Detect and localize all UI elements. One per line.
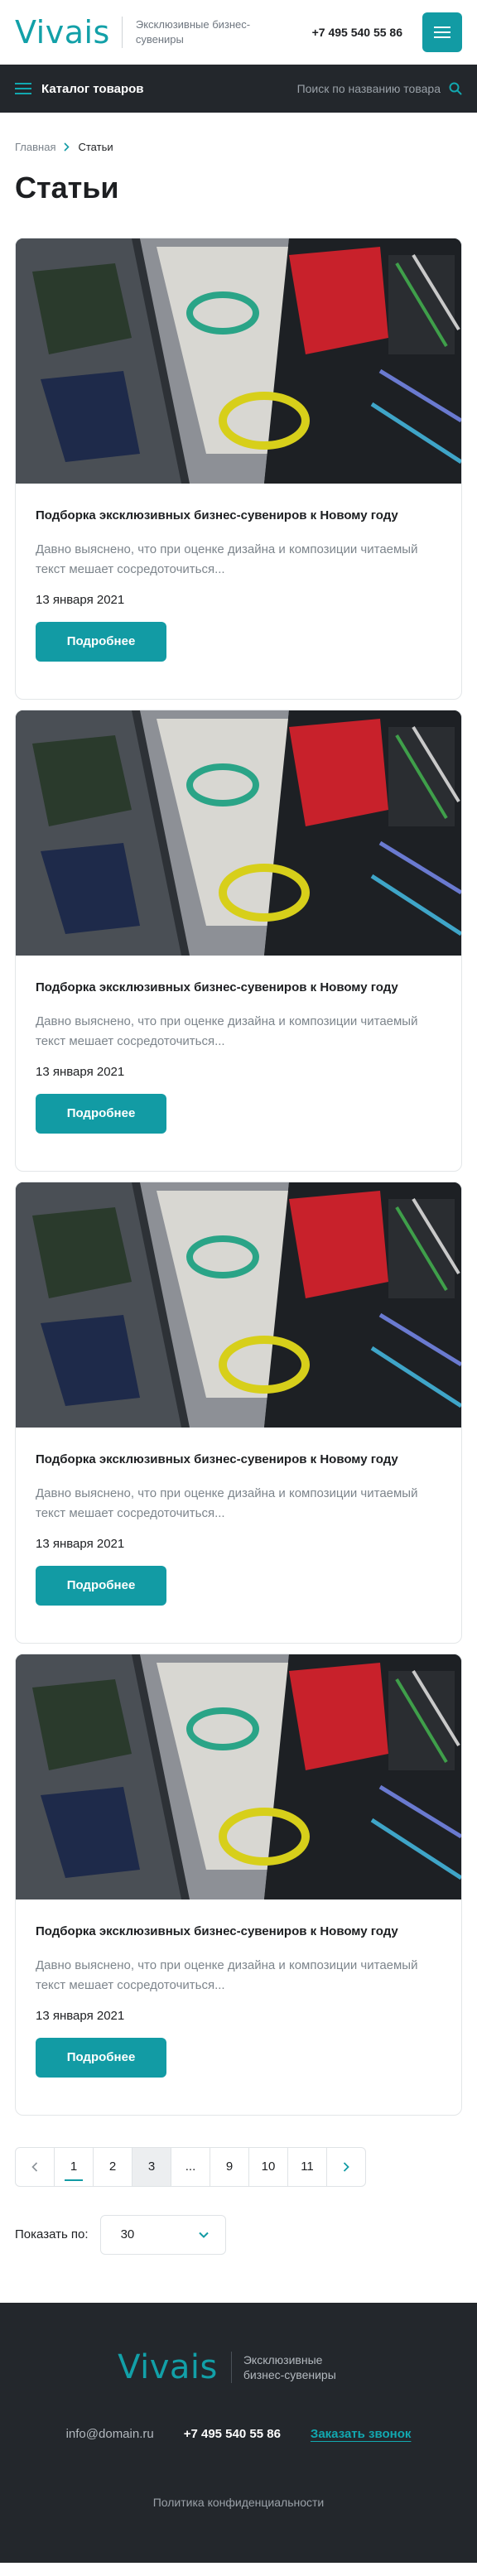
article-image[interactable] [16, 710, 461, 956]
per-page-control: Показать по: 30 [0, 2214, 477, 2255]
chevron-left-icon [31, 2162, 38, 2172]
per-page-select[interactable]: 30 [99, 2214, 226, 2255]
next-page-button[interactable] [326, 2146, 366, 2187]
article-date: 13 января 2021 [36, 1064, 125, 1079]
search-box [275, 82, 462, 95]
footer-logo-block: Vivais Эксклюзивные бизнес-сувениры [118, 2351, 359, 2384]
read-more-button[interactable]: Подробнее [36, 2037, 166, 2078]
article-title[interactable]: Подборка эксклюзивных бизнес-сувениров к… [36, 507, 441, 525]
breadcrumb-current: Статьи [78, 141, 113, 153]
article-image[interactable] [16, 1654, 461, 1899]
article-title[interactable]: Подборка эксклюзивных бизнес-сувениров к… [36, 979, 441, 997]
search-input[interactable] [275, 82, 441, 95]
logo[interactable]: Vivais [15, 17, 110, 48]
footer-logo[interactable]: Vivais [118, 2351, 218, 2384]
site-header: Vivais Эксклюзивные бизнес-сувениры +7 4… [0, 0, 477, 65]
logo-divider [121, 17, 123, 48]
hamburger-icon [434, 26, 450, 38]
read-more-button[interactable]: Подробнее [36, 1093, 166, 1134]
page-link[interactable]: 2 [93, 2146, 132, 2187]
footer-logo-divider [230, 2351, 232, 2383]
article-excerpt: Давно выяснено, что при оценке дизайна и… [36, 1014, 418, 1048]
pagination: 1 2 3 ... 9 10 11 [0, 2146, 477, 2187]
articles-list: Подборка эксклюзивных бизнес-сувениров к… [0, 237, 477, 2116]
search-icon[interactable] [449, 82, 462, 95]
chevron-down-icon [198, 2232, 209, 2238]
site-footer: Vivais Эксклюзивные бизнес-сувениры info… [0, 2302, 477, 2563]
header-phone[interactable]: +7 495 540 55 86 [312, 26, 402, 39]
read-more-button[interactable]: Подробнее [36, 1565, 166, 1606]
breadcrumb: Главная Статьи [0, 141, 477, 153]
article-date: 13 января 2021 [36, 2008, 125, 2023]
footer-contacts: info@domain.ru +7 495 540 55 86 Заказать… [66, 2427, 412, 2441]
article-body: Подборка эксклюзивных бизнес-сувениров к… [16, 1899, 461, 2078]
article-card: Подборка эксклюзивных бизнес-сувениров к… [15, 1653, 462, 2116]
article-date: 13 января 2021 [36, 592, 125, 607]
article-image[interactable] [16, 238, 461, 484]
footer-email[interactable]: info@domain.ru [66, 2427, 154, 2441]
page-ellipsis: ... [171, 2146, 210, 2187]
per-page-label: Показать по: [15, 2227, 89, 2242]
chevron-right-icon [343, 2161, 349, 2172]
article-body: Подборка эксклюзивных бизнес-сувениров к… [16, 1428, 461, 1606]
chevron-right-icon [64, 142, 70, 152]
page-link[interactable]: 10 [248, 2146, 288, 2187]
privacy-policy-link[interactable]: Политика конфиденциальности [153, 2496, 325, 2509]
tagline: Эксклюзивные бизнес-сувениры [135, 18, 251, 46]
page-title: Статьи [15, 171, 119, 205]
read-more-button[interactable]: Подробнее [36, 621, 166, 662]
article-body: Подборка эксклюзивных бизнес-сувениров к… [16, 956, 461, 1134]
article-card: Подборка эксклюзивных бизнес-сувениров к… [15, 1181, 462, 1644]
article-body: Подборка эксклюзивных бизнес-сувениров к… [16, 484, 461, 662]
per-page-value: 30 [120, 2227, 135, 2242]
article-card: Подборка эксклюзивных бизнес-сувениров к… [15, 237, 462, 700]
article-excerpt: Давно выяснено, что при оценке дизайна и… [36, 1485, 418, 1520]
article-excerpt: Давно выяснено, что при оценке дизайна и… [36, 1957, 418, 1992]
page-link[interactable]: 1 [54, 2146, 94, 2187]
page-link[interactable]: 11 [287, 2146, 327, 2187]
page-link[interactable]: 3 [132, 2146, 171, 2187]
article-date: 13 января 2021 [36, 1536, 125, 1551]
prev-page-button[interactable] [15, 2146, 55, 2187]
article-title[interactable]: Подборка эксклюзивных бизнес-сувениров к… [36, 1451, 441, 1469]
callback-link[interactable]: Заказать звонок [311, 2427, 411, 2441]
article-card: Подборка эксклюзивных бизнес-сувениров к… [15, 709, 462, 1172]
breadcrumb-home[interactable]: Главная [15, 141, 55, 153]
article-image[interactable] [16, 1182, 461, 1428]
article-excerpt: Давно выяснено, что при оценке дизайна и… [36, 542, 418, 576]
catalog-label: Каталог товаров [41, 81, 144, 96]
catalog-bar: Каталог товаров [0, 65, 477, 113]
article-title[interactable]: Подборка эксклюзивных бизнес-сувениров к… [36, 1923, 441, 1941]
catalog-button[interactable]: Каталог товаров [15, 82, 144, 96]
catalog-menu-icon [15, 83, 31, 94]
page-link[interactable]: 9 [210, 2146, 249, 2187]
footer-phone[interactable]: +7 495 540 55 86 [184, 2427, 281, 2441]
footer-tagline: Эксклюзивные бизнес-сувениры [243, 2352, 336, 2381]
menu-button[interactable] [422, 12, 462, 52]
